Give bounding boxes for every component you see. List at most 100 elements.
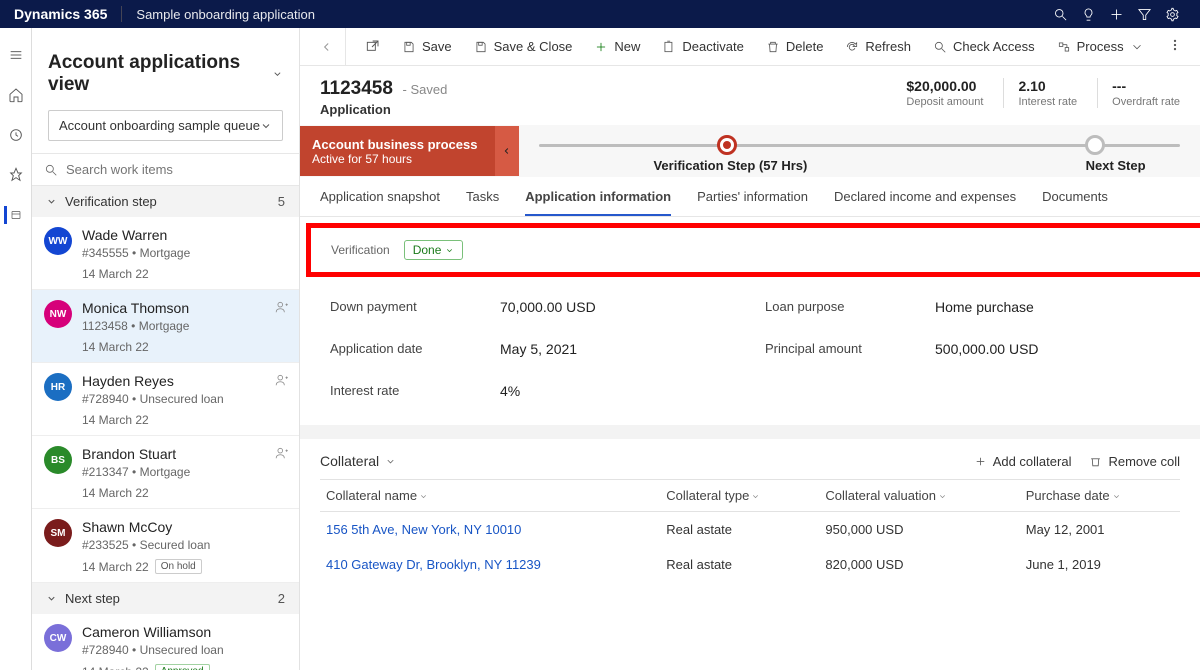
delete-button[interactable]: Delete xyxy=(756,33,834,60)
col-type[interactable]: Collateral type xyxy=(660,480,819,512)
process-button[interactable]: Process xyxy=(1047,33,1154,60)
list-item[interactable]: BS Brandon Stuart #213347 • Mortgage 14 … xyxy=(32,436,299,509)
field-label: Application date xyxy=(330,341,470,357)
assign-icon[interactable] xyxy=(275,373,289,390)
chevron-down-icon xyxy=(46,196,57,207)
assign-icon[interactable] xyxy=(275,446,289,463)
field-value[interactable]: May 5, 2021 xyxy=(500,341,735,357)
collateral-date: June 1, 2019 xyxy=(1020,547,1180,582)
pin-icon[interactable] xyxy=(7,166,25,184)
field-value[interactable]: 70,000.00 USD xyxy=(500,299,735,315)
chevron-down-icon xyxy=(272,68,283,80)
col-valuation[interactable]: Collateral valuation xyxy=(819,480,1019,512)
col-date[interactable]: Purchase date xyxy=(1020,480,1180,512)
record-subtype: Application xyxy=(320,102,447,117)
list-item[interactable]: CW Cameron Williamson #728940 • Unsecure… xyxy=(32,614,299,670)
popout-icon[interactable] xyxy=(364,39,380,55)
filter-icon[interactable] xyxy=(1130,0,1158,28)
queue-select[interactable]: Account onboarding sample queue xyxy=(48,110,283,141)
add-icon[interactable] xyxy=(1102,0,1130,28)
deposit-amount: $20,000.00 xyxy=(906,78,983,94)
app-name: Sample onboarding application xyxy=(136,7,315,22)
verification-status-badge[interactable]: Done xyxy=(404,240,464,260)
view-title[interactable]: Account applications view xyxy=(48,52,283,96)
save-button[interactable]: Save xyxy=(392,33,462,60)
table-row[interactable]: 156 5th Ave, New York, NY 10010 Real ast… xyxy=(320,512,1180,548)
queue-selected: Account onboarding sample queue xyxy=(59,118,260,133)
item-meta: #233525 • Secured loan xyxy=(82,538,287,552)
field-value[interactable]: Home purchase xyxy=(935,299,1170,315)
assign-icon[interactable] xyxy=(275,300,289,317)
more-commands[interactable] xyxy=(1160,32,1190,61)
avatar: HR xyxy=(44,373,72,401)
add-collateral-button[interactable]: Add collateral xyxy=(974,454,1072,469)
collateral-type: Real astate xyxy=(660,512,819,548)
search-icon[interactable] xyxy=(1046,0,1074,28)
list-item[interactable]: SM Shawn McCoy #233525 • Secured loan 14… xyxy=(32,509,299,583)
search-input[interactable] xyxy=(66,162,287,177)
item-name: Brandon Stuart xyxy=(82,446,287,462)
bp-node-next[interactable] xyxy=(1085,135,1105,155)
recent-icon[interactable] xyxy=(7,126,25,144)
bp-collapse-button[interactable] xyxy=(495,126,519,176)
search-row xyxy=(32,153,299,186)
list-item[interactable]: NW Monica Thomson 1123458 • Mortgage 14 … xyxy=(32,290,299,363)
chevron-down-icon xyxy=(385,456,396,467)
collateral-table: Collateral name Collateral type Collater… xyxy=(320,479,1180,582)
tab-tasks[interactable]: Tasks xyxy=(466,189,499,216)
save-close-button[interactable]: Save & Close xyxy=(464,33,583,60)
group-next[interactable]: Next step 2 xyxy=(32,583,299,614)
field-value[interactable]: 500,000.00 USD xyxy=(935,341,1170,357)
workitems-icon[interactable] xyxy=(4,206,22,224)
chevron-down-icon xyxy=(445,246,454,255)
item-date: 14 March 22 Approved xyxy=(82,664,287,670)
overdraft-rate: --- xyxy=(1112,78,1180,94)
tab-application-information[interactable]: Application information xyxy=(525,189,671,216)
list-item[interactable]: WW Wade Warren #345555 • Mortgage 14 Mar… xyxy=(32,217,299,290)
interest-rate: 2.10 xyxy=(1018,78,1077,94)
menu-icon[interactable] xyxy=(7,46,25,64)
field-label: Down payment xyxy=(330,299,470,315)
tab-documents[interactable]: Documents xyxy=(1042,189,1108,216)
chevron-down-icon xyxy=(1130,40,1144,54)
group-label: Verification step xyxy=(65,194,157,209)
deactivate-button[interactable]: Deactivate xyxy=(652,33,753,60)
section-title[interactable]: Collateral xyxy=(320,453,396,469)
home-icon[interactable] xyxy=(7,86,25,104)
item-name: Hayden Reyes xyxy=(82,373,287,389)
field-value[interactable]: 4% xyxy=(500,383,735,399)
divider xyxy=(121,6,122,22)
item-name: Cameron Williamson xyxy=(82,624,287,640)
avatar: SM xyxy=(44,519,72,547)
tab-parties[interactable]: Parties' information xyxy=(697,189,808,216)
tab-income[interactable]: Declared income and expenses xyxy=(834,189,1016,216)
new-button[interactable]: New xyxy=(584,33,650,60)
check-access-button[interactable]: Check Access xyxy=(923,33,1045,60)
record-status: - Saved xyxy=(403,82,448,97)
left-panel: Account applications view Account onboar… xyxy=(32,28,300,670)
col-name[interactable]: Collateral name xyxy=(320,480,660,512)
list-item[interactable]: HR Hayden Reyes #728940 • Unsecured loan… xyxy=(32,363,299,436)
chevron-down-icon xyxy=(46,593,57,604)
field-label: Loan purpose xyxy=(765,299,905,315)
refresh-button[interactable]: Refresh xyxy=(835,33,921,60)
tips-icon[interactable] xyxy=(1074,0,1102,28)
avatar: WW xyxy=(44,227,72,255)
settings-icon[interactable] xyxy=(1158,0,1186,28)
item-meta: #213347 • Mortgage xyxy=(82,465,287,479)
back-button[interactable] xyxy=(308,28,346,66)
bp-stage-current[interactable]: Account business process Active for 57 h… xyxy=(300,126,495,176)
collateral-name[interactable]: 410 Gateway Dr, Brooklyn, NY 11239 xyxy=(320,547,660,582)
group-verification[interactable]: Verification step 5 xyxy=(32,186,299,217)
item-date: 14 March 22 xyxy=(82,340,287,354)
table-row[interactable]: 410 Gateway Dr, Brooklyn, NY 11239 Real … xyxy=(320,547,1180,582)
fields-grid: Down payment 70,000.00 USD Loan purpose … xyxy=(300,277,1200,425)
collateral-name[interactable]: 156 5th Ave, New York, NY 10010 xyxy=(320,512,660,548)
remove-collateral-button[interactable]: Remove coll xyxy=(1089,454,1180,469)
tab-snapshot[interactable]: Application snapshot xyxy=(320,189,440,216)
bp-node-current[interactable] xyxy=(717,135,737,155)
item-meta: 1123458 • Mortgage xyxy=(82,319,287,333)
item-name: Shawn McCoy xyxy=(82,519,287,535)
item-date: 14 March 22 xyxy=(82,486,287,500)
business-process-bar: Account business process Active for 57 h… xyxy=(300,125,1200,177)
